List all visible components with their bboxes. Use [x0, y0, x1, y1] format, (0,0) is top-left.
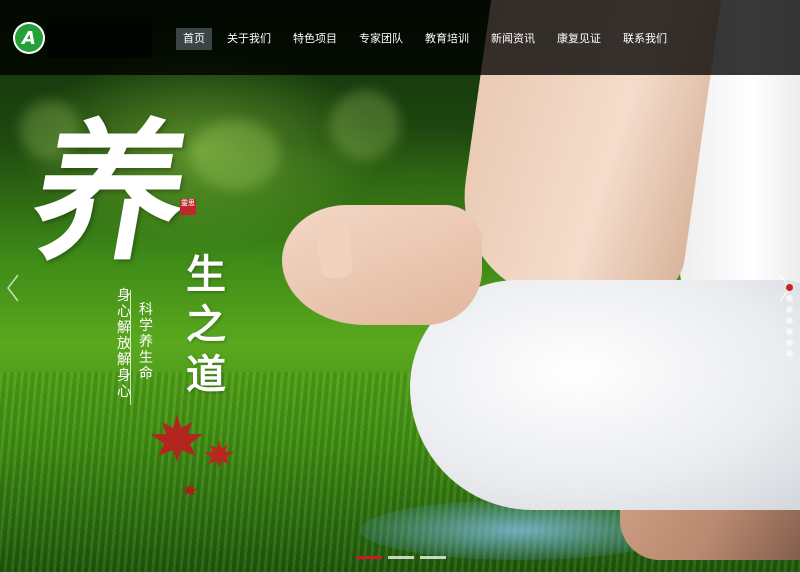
maple-leaf-icon: [202, 436, 236, 476]
logo-letter: A: [15, 24, 43, 52]
nav-item-contact[interactable]: 联系我们: [616, 28, 674, 50]
logo-text-area: [47, 17, 152, 58]
pager-bar[interactable]: [420, 556, 446, 559]
pager-bar[interactable]: [388, 556, 414, 559]
main-menu: 首页 关于我们 特色项目 专家团队 教育培训 新闻资讯 康复见证 联系我们: [176, 28, 682, 50]
nav-item-about[interactable]: 关于我们: [220, 28, 278, 50]
chevron-left-icon[interactable]: [4, 273, 22, 303]
maple-leaf-graphic: [151, 414, 203, 462]
top-navigation-bar: A 首页 关于我们 特色项目 专家团队 教育培训 新闻资讯 康复见证 联系我们: [0, 0, 800, 75]
slide-dot[interactable]: [786, 339, 793, 346]
calligraphy-column-text: 生之道: [186, 251, 226, 398]
slide-dot[interactable]: [786, 306, 793, 313]
calligraphy-column: 生之道: [176, 250, 236, 400]
nav-item-testimonials[interactable]: 康复见证: [550, 28, 608, 50]
slide-dot[interactable]: [786, 350, 793, 357]
maple-leaf-graphic: [204, 440, 234, 468]
slogan-line-2: 身心解放解身心: [117, 288, 131, 400]
figure-leg-pants: [410, 280, 800, 510]
nav-item-experts[interactable]: 专家团队: [352, 28, 410, 50]
chevron-left-graphic: [7, 274, 19, 302]
slide-dots-vertical: [786, 284, 793, 361]
calligraphy-main-char: 养: [20, 105, 202, 281]
bokeh-light: [190, 120, 280, 190]
bokeh-light: [330, 90, 400, 160]
slide-dot[interactable]: [786, 317, 793, 324]
slide-dot[interactable]: [786, 284, 793, 291]
slide-dot[interactable]: [786, 328, 793, 335]
site-logo[interactable]: A: [13, 22, 45, 54]
nav-item-features[interactable]: 特色项目: [286, 28, 344, 50]
hero-banner: [0, 0, 800, 572]
pager-bar[interactable]: [356, 556, 382, 559]
figure-hand: [282, 205, 482, 325]
slogan-line-1: 科学养生命: [139, 302, 153, 382]
slide-pager: [356, 556, 452, 559]
nav-item-news[interactable]: 新闻资讯: [484, 28, 542, 50]
nav-item-home[interactable]: 首页: [176, 28, 212, 50]
red-seal: 靈思: [180, 199, 196, 215]
maple-leaf-icon: [182, 464, 198, 504]
maple-leaf-graphic: [183, 483, 197, 497]
slide-dot[interactable]: [786, 295, 793, 302]
maple-leaf-icon: [148, 412, 206, 471]
nav-item-training[interactable]: 教育培训: [418, 28, 476, 50]
